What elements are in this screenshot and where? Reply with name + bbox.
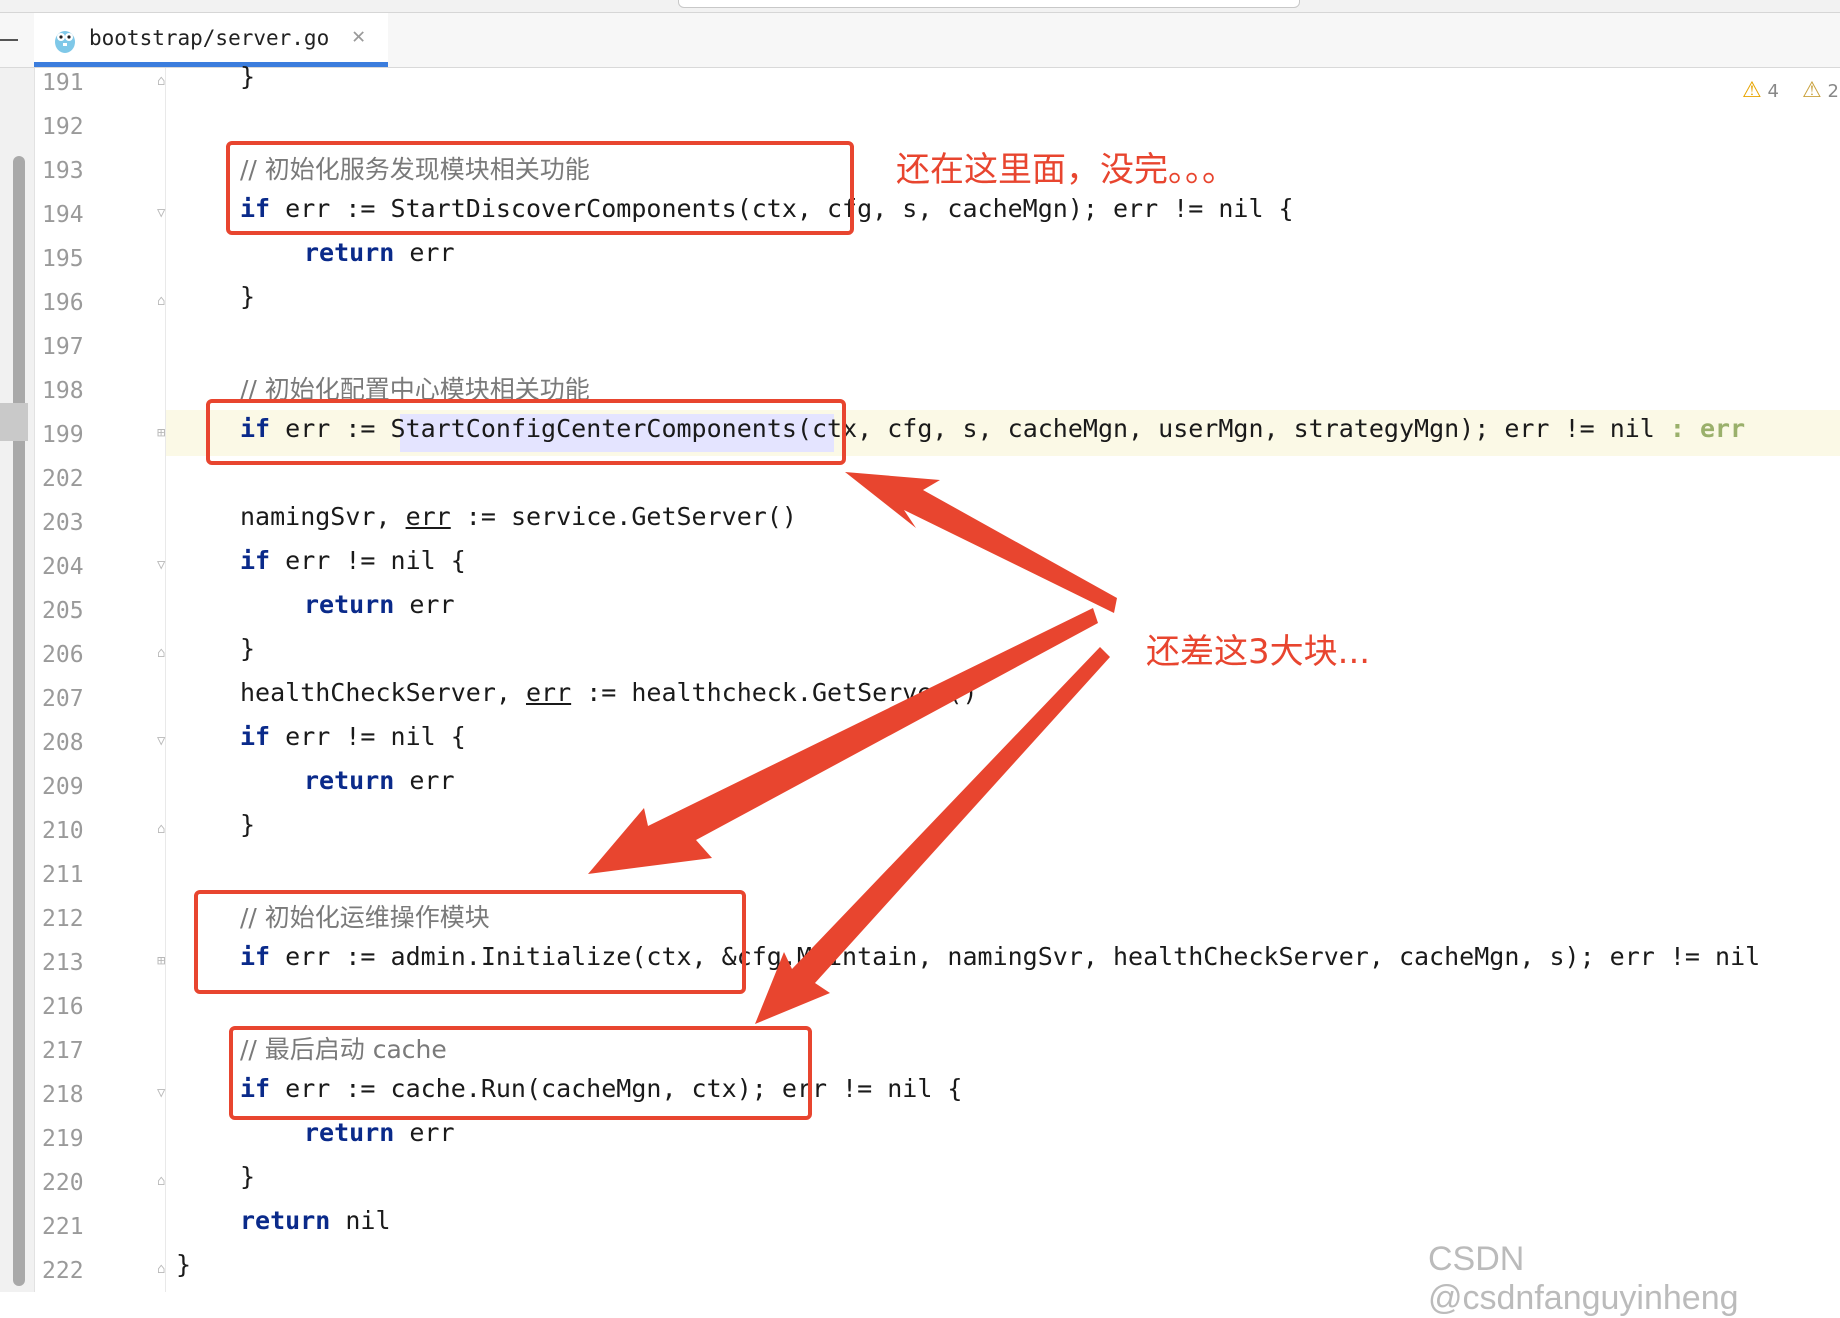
- code-line-205[interactable]: return err: [304, 590, 455, 619]
- line-number[interactable]: 206: [42, 642, 92, 668]
- line-number[interactable]: 218: [42, 1082, 92, 1108]
- line-number[interactable]: 197: [42, 334, 92, 360]
- code-line-203[interactable]: namingSvr, err := service.GetServer(): [240, 502, 797, 531]
- line-number[interactable]: 213: [42, 950, 92, 976]
- code-line-219[interactable]: return err: [304, 1118, 455, 1147]
- fold-icon[interactable]: ▽: [157, 558, 169, 572]
- line-number[interactable]: 210: [42, 818, 92, 844]
- highlight-box-admin: [194, 890, 746, 994]
- line-number[interactable]: 216: [42, 994, 92, 1020]
- fold-end-icon[interactable]: ⌂: [157, 294, 169, 308]
- line-number[interactable]: 193: [42, 158, 92, 184]
- line-number[interactable]: 220: [42, 1170, 92, 1196]
- line-number[interactable]: 198: [42, 378, 92, 404]
- arrow-to-admin: [588, 608, 1098, 874]
- close-icon[interactable]: ✕: [352, 24, 365, 49]
- code-line-204[interactable]: if err != nil {: [240, 546, 466, 575]
- annotation-note-2: 还差这3大块...: [1146, 632, 1371, 672]
- annotation-note-1: 还在这里面，没完。。。: [896, 150, 1236, 190]
- warning-icon: ⚠: [1742, 78, 1762, 103]
- search-field[interactable]: [678, 0, 1300, 8]
- code-line-207[interactable]: healthCheckServer, err := healthcheck.Ge…: [240, 678, 978, 707]
- line-number[interactable]: 191: [42, 70, 92, 96]
- fold-icon[interactable]: ▽: [157, 1086, 169, 1100]
- left-tool-strip: [0, 68, 35, 1292]
- line-number[interactable]: 202: [42, 466, 92, 492]
- line-number[interactable]: 204: [42, 554, 92, 580]
- code-line-196[interactable]: }: [240, 282, 255, 311]
- watermark: CSDN @csdnfanguyinheng: [1428, 1240, 1739, 1317]
- fold-end-icon[interactable]: ⌂: [157, 74, 169, 88]
- arrow-to-config-center: [845, 472, 1117, 613]
- line-number[interactable]: 207: [42, 686, 92, 712]
- fold-icon[interactable]: ▽: [157, 734, 169, 748]
- editor-tab-bar: bootstrap/server.go ✕: [0, 13, 1840, 68]
- fold-icon[interactable]: ▽: [157, 206, 169, 220]
- collapse-icon[interactable]: [0, 39, 18, 41]
- line-number[interactable]: 212: [42, 906, 92, 932]
- code-line-208[interactable]: if err != nil {: [240, 722, 466, 751]
- line-number[interactable]: 208: [42, 730, 92, 756]
- line-number[interactable]: 205: [42, 598, 92, 624]
- code-line-210[interactable]: }: [240, 810, 255, 839]
- title-bar: [0, 0, 1840, 13]
- fold-end-icon[interactable]: ⌂: [157, 646, 169, 660]
- line-number[interactable]: 209: [42, 774, 92, 800]
- weak-warning-indicator[interactable]: ⚠ 2: [1802, 78, 1839, 103]
- go-gopher-icon: [55, 31, 75, 53]
- highlight-box-cache: [229, 1026, 812, 1120]
- inlay-hint: : err: [1669, 414, 1746, 443]
- fold-end-icon[interactable]: ⌂: [157, 1262, 169, 1276]
- code-line-221[interactable]: return nil: [240, 1206, 391, 1235]
- line-number[interactable]: 196: [42, 290, 92, 316]
- line-number[interactable]: 211: [42, 862, 92, 888]
- code-line-222[interactable]: }: [176, 1250, 191, 1279]
- line-number[interactable]: 221: [42, 1214, 92, 1240]
- fold-end-icon[interactable]: ⌂: [157, 1174, 169, 1188]
- code-line-191[interactable]: }: [240, 62, 255, 91]
- line-number[interactable]: 192: [42, 114, 92, 140]
- tab-filename: bootstrap/server.go: [89, 26, 330, 50]
- line-number[interactable]: 219: [42, 1126, 92, 1152]
- line-number[interactable]: 222: [42, 1258, 92, 1284]
- fold-end-icon[interactable]: ⌂: [157, 822, 169, 836]
- tab-server-go[interactable]: bootstrap/server.go ✕: [34, 13, 388, 67]
- current-line-marker: [0, 403, 28, 441]
- line-number[interactable]: 199: [42, 422, 92, 448]
- line-number[interactable]: 203: [42, 510, 92, 536]
- code-line-220[interactable]: }: [240, 1162, 255, 1191]
- code-line-206[interactable]: }: [240, 634, 255, 663]
- highlight-box-config-center: [206, 399, 846, 465]
- code-line-195[interactable]: return err: [304, 238, 455, 267]
- code-line-209[interactable]: return err: [304, 766, 455, 795]
- line-number[interactable]: 195: [42, 246, 92, 272]
- weak-warning-icon: ⚠: [1802, 78, 1822, 103]
- line-number[interactable]: 194: [42, 202, 92, 228]
- line-number[interactable]: 217: [42, 1038, 92, 1064]
- warning-indicator[interactable]: ⚠ 4: [1742, 78, 1779, 103]
- expand-icon[interactable]: ⊞: [157, 426, 169, 440]
- expand-icon[interactable]: ⊞: [157, 954, 169, 968]
- vertical-scrollbar[interactable]: [13, 156, 25, 1286]
- highlight-box-discover: [226, 141, 854, 235]
